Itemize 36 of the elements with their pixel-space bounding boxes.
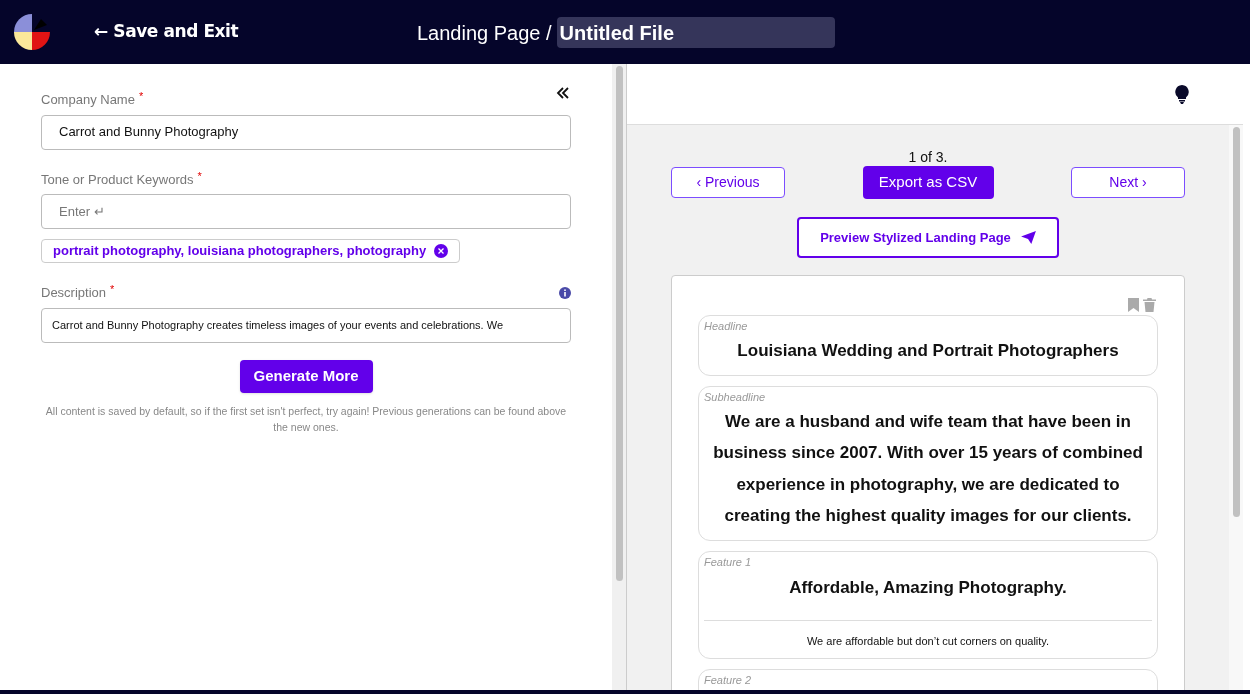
export-csv-button[interactable]: Export as CSV [862, 166, 994, 199]
feature-body: We are affordable but don’t cut corners on quality. [805, 634, 1051, 649]
next-button[interactable]: Next › [1071, 167, 1185, 198]
section-label: Headline [704, 319, 749, 334]
previous-button[interactable]: ‹ Previous [671, 167, 785, 198]
section-label: Feature 2 [704, 672, 753, 688]
keyword-tag[interactable]: portrait photography, louisiana photographers, photography [41, 239, 461, 263]
send-icon [1020, 231, 1036, 244]
required-mark: * [197, 168, 202, 184]
required-mark: * [138, 89, 144, 104]
text-field[interactable]: Enter ↵ [41, 194, 571, 229]
field-label: Description [41, 284, 107, 302]
section-label: Feature 1 [704, 554, 753, 570]
collapse-icon[interactable] [556, 86, 570, 100]
preview-landing-page-button[interactable]: Preview Stylized Landing Page [797, 217, 1059, 258]
scrollbar[interactable] [612, 64, 626, 690]
section-text: Louisiana Wedding and Portrait Photographers [736, 340, 1120, 362]
page-counter: 1 of 3. [907, 149, 949, 165]
section-label: Subheadline [704, 389, 767, 405]
help-text: All content is saved by default, so if the first set isn't perfect, try again! Previous generations can be found above the new ones. [44, 403, 568, 435]
lightbulb-icon[interactable] [1175, 84, 1189, 104]
generate-more-button[interactable]: Generate More [239, 359, 373, 393]
feature-title: Affordable, Amazing Photography. [704, 574, 1152, 621]
text-field[interactable]: Carrot and Bunny Photography creates timeless images of your events and celebrations. We [41, 307, 571, 343]
section-text: We are a husband and wife team that have been in business since 2007. With over 15 years of combined experience in photography, we are dedicated to creating the highest quality images for our clients. [712, 410, 1144, 527]
breadcrumb: Landing Page / [417, 20, 552, 46]
info-icon[interactable] [559, 286, 571, 299]
save-and-exit-link[interactable]: ← Save and Exit [94, 19, 239, 45]
scrollbar[interactable] [1229, 125, 1243, 690]
remove-tag-icon[interactable] [434, 244, 449, 258]
field-label: Tone or Product Keywords [41, 170, 194, 189]
required-mark: * [110, 282, 115, 297]
file-name-field[interactable]: Untitled File [556, 17, 835, 48]
field-label: Company Name [41, 91, 135, 109]
logo-icon[interactable] [13, 13, 51, 51]
text-field[interactable]: Carrot and Bunny Photography [41, 114, 571, 150]
